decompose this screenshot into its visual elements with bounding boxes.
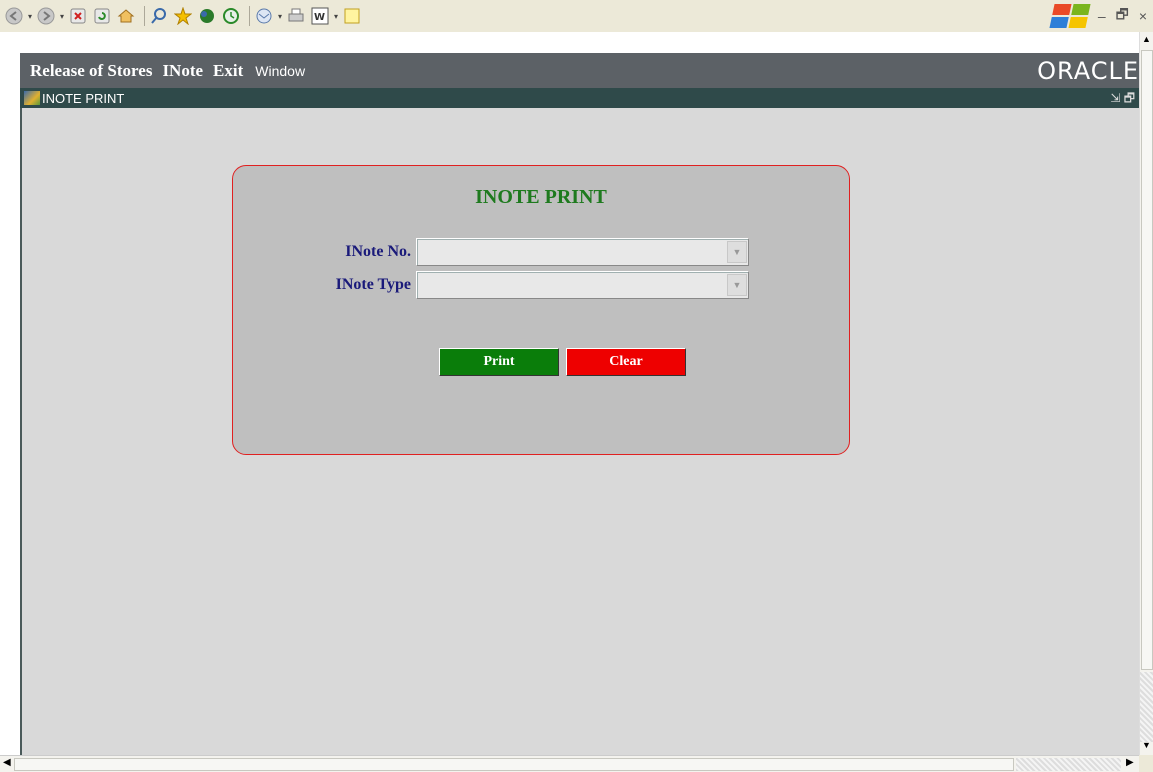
app-frame: Release of Stores INote Exit Window ORAC…: [0, 32, 1139, 755]
form-window-icon: [24, 91, 40, 105]
search-icon[interactable]: [149, 6, 169, 26]
form-window-title: INOTE PRINT: [42, 90, 125, 106]
menu-label: Release of Stores: [30, 60, 153, 80]
favorites-icon[interactable]: [173, 6, 193, 26]
svg-text:W: W: [314, 12, 325, 23]
scroll-left-icon[interactable]: ◀: [3, 757, 11, 768]
scroll-down-icon[interactable]: ▼: [1142, 740, 1151, 750]
menu-window[interactable]: Window: [255, 63, 305, 79]
word-icon[interactable]: W: [310, 6, 330, 26]
home-icon[interactable]: [116, 6, 136, 26]
restore-icon[interactable]: 🗗: [1116, 4, 1129, 28]
window-controls: – 🗗 ×: [1049, 4, 1147, 28]
back-dropdown-icon[interactable]: ▾: [28, 12, 32, 21]
toolbar-separator: [249, 6, 251, 26]
screen: ▾ ▾ ▾ W ▾ – 🗗 × Release of Stores INote …: [0, 0, 1153, 772]
form-window-controls[interactable]: ⇲ 🗗: [1110, 89, 1135, 110]
toolbar-separator: [144, 6, 146, 26]
forward-dropdown-icon[interactable]: ▾: [60, 12, 64, 21]
menu-inote[interactable]: INote: [162, 61, 203, 81]
menu-label: Exit: [213, 60, 244, 80]
clear-button[interactable]: Clear: [566, 348, 686, 376]
menu-release-of-stores[interactable]: Release of Stores: [30, 61, 152, 81]
chevron-down-icon[interactable]: ▼: [727, 274, 747, 296]
inote-print-panel: INOTE PRINT INote No. ▼ INote Type ▼ Pri…: [232, 165, 850, 455]
history-icon[interactable]: [221, 6, 241, 26]
menubar: Release of Stores INote Exit Window ORAC…: [20, 53, 1139, 88]
print-icon[interactable]: [286, 6, 306, 26]
word-dropdown-icon[interactable]: ▾: [334, 12, 338, 21]
forward-icon[interactable]: [36, 6, 56, 26]
back-icon[interactable]: [4, 6, 24, 26]
scroll-right-icon[interactable]: ▶: [1126, 757, 1134, 768]
note-icon[interactable]: [342, 6, 362, 26]
horizontal-scroll-thumb[interactable]: [14, 758, 1014, 771]
scroll-up-icon[interactable]: ▲: [1142, 34, 1151, 44]
form-titlebar: INOTE PRINT ⇲ 🗗: [20, 88, 1139, 108]
chevron-down-icon[interactable]: ▼: [727, 241, 747, 263]
scrollbar-corner: [1139, 755, 1153, 772]
refresh-icon[interactable]: [92, 6, 112, 26]
inote-type-combo[interactable]: ▼: [416, 271, 749, 299]
inote-type-label: INote Type: [335, 276, 411, 293]
minimize-icon[interactable]: –: [1098, 8, 1106, 24]
vertical-scroll-thumb[interactable]: [1141, 50, 1153, 670]
close-icon[interactable]: ×: [1139, 8, 1147, 24]
oracle-logo: ORACLE: [1037, 57, 1139, 85]
inote-no-combo[interactable]: ▼: [416, 238, 749, 266]
menu-exit[interactable]: Exit: [213, 61, 243, 81]
horizontal-scrollbar[interactable]: ◀ ▶: [0, 755, 1139, 772]
windows-logo-icon: [1049, 4, 1091, 28]
inote-no-label: INote No.: [345, 243, 411, 260]
mail-icon[interactable]: [254, 6, 274, 26]
horizontal-scroll-track[interactable]: [1016, 758, 1121, 771]
mail-dropdown-icon[interactable]: ▾: [278, 12, 282, 21]
menu-label: INote: [162, 60, 204, 80]
print-button[interactable]: Print: [439, 348, 559, 376]
vertical-scroll-track[interactable]: [1140, 672, 1153, 742]
stop-icon[interactable]: [68, 6, 88, 26]
panel-heading: INOTE PRINT: [475, 186, 607, 208]
media-icon[interactable]: [197, 6, 217, 26]
browser-toolbar: ▾ ▾ ▾ W ▾ – 🗗 ×: [0, 0, 1153, 32]
form-workspace: INOTE PRINT INote No. ▼ INote Type ▼ Pri…: [20, 108, 1139, 755]
vertical-scrollbar[interactable]: ▲ ▼: [1139, 32, 1153, 755]
